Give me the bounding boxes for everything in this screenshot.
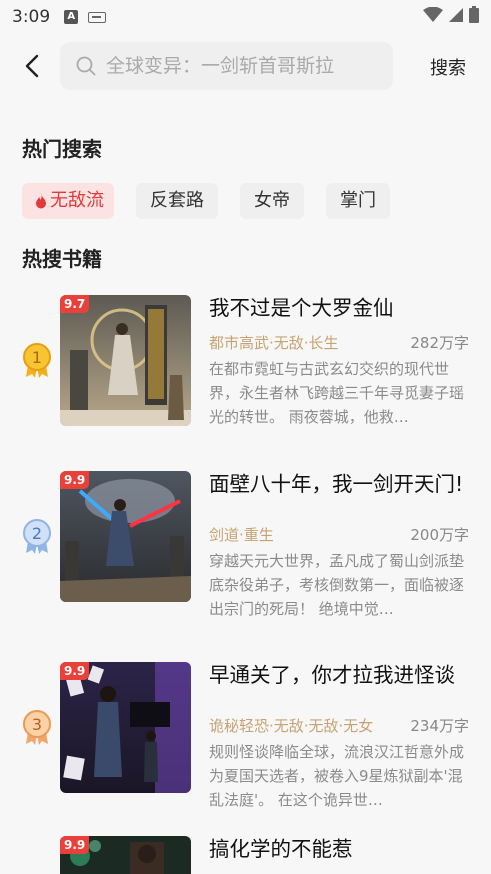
tag[interactable]: 掌门 — [326, 183, 390, 219]
status-indicators — [423, 6, 479, 23]
chevron-left-icon — [25, 54, 39, 78]
tag-label: 反套路 — [150, 190, 204, 211]
hot-books-title: 热搜书籍 — [22, 247, 102, 271]
tag-label: 无敌流 — [50, 190, 104, 211]
search-icon — [76, 56, 96, 76]
book-tags: 剑道·重生 — [209, 526, 274, 544]
score-badge: 9.9 — [60, 836, 90, 854]
book-cover: 9.9 — [60, 836, 191, 874]
book-word-count: 200万字 — [410, 526, 469, 544]
rank-3-medal-icon: 3 — [23, 710, 51, 745]
score-badge: 9.7 — [60, 295, 90, 313]
book-description: 穿越天元大世界，孟凡成了蜀山剑派垫底杂役弟子，考核倒数第一，面临被逐出宗门的死局… — [209, 552, 465, 618]
book-cover: 9.7 — [60, 295, 191, 426]
rank-1-medal-icon: 1 — [23, 343, 51, 378]
book-cover: 9.9 — [60, 471, 191, 602]
status-bar: 3:09 A — [0, 0, 491, 34]
hot-search-title: 热门搜索 — [22, 137, 102, 161]
score-badge: 9.9 — [60, 471, 90, 489]
book-title: 搞化学的不能惹 — [209, 837, 353, 861]
search-header: 搜索 — [0, 40, 491, 92]
signal-icon — [449, 7, 463, 22]
book-item[interactable]: 9.9 搞化学的不能惹 — [0, 836, 491, 874]
flame-icon — [36, 193, 46, 209]
notification-a-icon: A — [64, 10, 79, 24]
cover-art — [60, 471, 191, 602]
book-title: 早通关了，你才拉我进怪谈 — [209, 663, 455, 687]
book-item[interactable]: 2 9.9 面壁八十年，我一剑开天门! 剑道·重生 200万字 穿越天元大世界，… — [0, 471, 491, 618]
rank-2-medal-icon: 2 — [23, 519, 51, 554]
book-tags: 诡秘轻恐·无敌·无敌·无女 — [209, 717, 374, 735]
wifi-icon — [423, 6, 443, 22]
book-description: 规则怪谈降临全球，流浪汉江哲意外成为夏国天选者，被卷入9星炼狱副本'混乱法庭'。… — [209, 743, 465, 809]
book-tags: 都市高武·无敌·长生 — [209, 334, 339, 352]
hot-search-tags: 无敌流 反套路 女帝 掌门 — [22, 183, 390, 219]
battery-icon — [469, 6, 479, 23]
tag-label: 掌门 — [340, 190, 376, 211]
book-item[interactable]: 3 9.9 早通关了，你才拉我进怪谈 诡秘轻恐·无敌·无敌·无女 234万字 规… — [0, 662, 491, 809]
book-item[interactable]: 1 9.7 我不过是个大罗金仙 都市高武·无敌·长生 282万字 在都市霓虹与古… — [0, 295, 491, 435]
search-button[interactable]: 搜索 — [430, 54, 466, 80]
book-title: 我不过是个大罗金仙 — [209, 296, 394, 320]
cover-art — [60, 662, 191, 793]
book-word-count: 234万字 — [410, 717, 469, 735]
search-box[interactable] — [60, 42, 393, 90]
cover-art — [60, 295, 191, 426]
tag[interactable]: 反套路 — [136, 183, 218, 219]
svg-text:3: 3 — [32, 715, 42, 734]
search-input[interactable] — [106, 55, 386, 77]
tag-label: 女帝 — [254, 190, 290, 211]
status-time: 3:09 — [12, 7, 51, 27]
book-word-count: 282万字 — [410, 334, 469, 352]
book-description: 在都市霓虹与古武玄幻交织的现代世界，永生者林飞跨越三千年寻觅妻子瑶光的转世。 雨… — [209, 360, 465, 426]
book-title: 面壁八十年，我一剑开天门! — [209, 472, 464, 496]
score-badge: 9.9 — [60, 662, 90, 680]
tag[interactable]: 女帝 — [240, 183, 304, 219]
tag-hot[interactable]: 无敌流 — [22, 183, 114, 219]
svg-text:1: 1 — [32, 348, 42, 367]
keyboard-icon — [88, 11, 107, 23]
back-button[interactable] — [16, 50, 48, 82]
svg-text:2: 2 — [32, 524, 42, 543]
book-cover: 9.9 — [60, 662, 191, 793]
